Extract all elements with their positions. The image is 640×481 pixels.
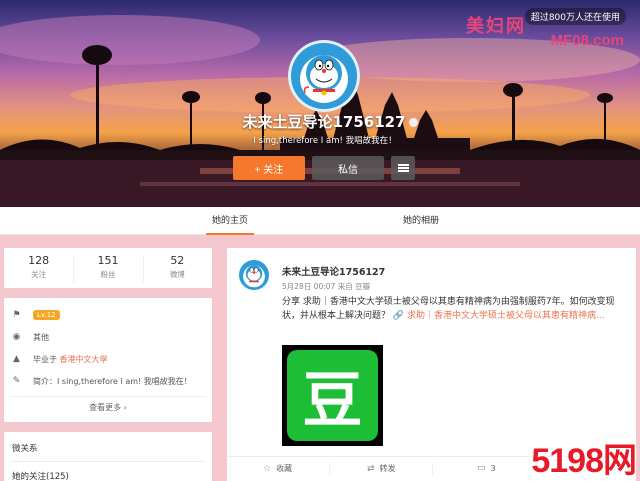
tab-album[interactable]: 她的相册 bbox=[397, 207, 445, 235]
collect-label: 收藏 bbox=[276, 464, 293, 473]
level-badge[interactable]: Lv.12 bbox=[33, 310, 60, 320]
info-school-row: ▲ 毕业于 香港中文大學 bbox=[12, 354, 108, 365]
following-link[interactable]: 她的关注(125) bbox=[12, 470, 69, 481]
comment-icon: ▭ bbox=[477, 463, 486, 473]
watermark-bottom-logo: 5198网 bbox=[531, 442, 637, 480]
profile-name-text: 未来土豆导论1756127 bbox=[242, 113, 406, 131]
profile-avatar[interactable] bbox=[288, 40, 360, 112]
follow-button[interactable]: + 关注 bbox=[233, 156, 305, 180]
post-text: 分享 求助｜香港中文大学硕士被父母以其患有精神病为由强制服药7年。如何改变现状，… bbox=[282, 295, 627, 323]
relations-divider bbox=[10, 461, 206, 462]
info-level-row: ⚑ Lv.12 bbox=[12, 310, 60, 320]
action-separator bbox=[432, 463, 433, 475]
intro-text: I sing,therefore I am! 我唱故我在！ bbox=[57, 377, 192, 386]
tab-home[interactable]: 她的主页 bbox=[206, 207, 254, 235]
stats-card: 128 关注 151 粉丝 52 微博 bbox=[4, 248, 212, 288]
stat-posts-value: 52 bbox=[170, 254, 185, 267]
watermark-top: 美妇网 超过800万人还在使用 MF08.com bbox=[466, 2, 626, 52]
relations-card: 微关系 她的关注(125) bbox=[4, 432, 212, 481]
more-menu-button[interactable] bbox=[391, 156, 415, 180]
post-avatar[interactable] bbox=[239, 260, 269, 290]
info-card: ⚑ Lv.12 ◉ 其他 ▲ 毕业于 香港中文大學 ✎ 简介： I sing,t… bbox=[4, 298, 212, 422]
stat-following-value: 128 bbox=[28, 254, 50, 267]
post-author[interactable]: 未来土豆导论1756127 bbox=[282, 264, 385, 278]
stat-following-label: 关注 bbox=[31, 270, 47, 279]
stat-posts[interactable]: 52 微博 bbox=[142, 248, 212, 288]
post-link-icon: 🔗 bbox=[392, 311, 405, 321]
profile-banner: 美妇网 超过800万人还在使用 MF08.com 未来土豆导论1756127 I… bbox=[0, 0, 640, 207]
location-text: 其他 bbox=[33, 333, 49, 342]
watermark-site: MF08.com bbox=[550, 32, 624, 49]
doraemon-avatar-small-icon bbox=[243, 265, 265, 288]
location-icon: ◉ bbox=[12, 332, 21, 342]
message-button[interactable]: 私信 bbox=[312, 156, 384, 180]
doraemon-avatar-icon bbox=[300, 55, 348, 103]
post-link[interactable]: 求助｜香港中文大学硕士被父母以其患有精神病... bbox=[407, 311, 605, 321]
school-prefix: 毕业于 bbox=[33, 355, 57, 364]
post-meta: 5月28日 00:07 来自 豆瓣 bbox=[282, 282, 371, 291]
profile-tabs: 她的主页 她的相册 bbox=[0, 207, 640, 235]
stat-followers[interactable]: 151 粉丝 bbox=[73, 248, 142, 288]
watermark-logo-text: 美妇网 bbox=[466, 16, 526, 37]
info-divider bbox=[10, 396, 206, 397]
gender-icon bbox=[408, 118, 418, 127]
info-location-row: ◉ 其他 bbox=[12, 332, 49, 343]
profile-name: 未来土豆导论1756127 bbox=[230, 111, 430, 132]
repost-button[interactable]: ⇄ 转发 bbox=[367, 463, 396, 474]
info-intro-row: ✎ 简介： I sing,therefore I am! 我唱故我在！ bbox=[12, 376, 192, 387]
menu-icon bbox=[397, 164, 409, 172]
relations-title: 微关系 bbox=[12, 444, 38, 454]
comment-button[interactable]: ▭ 3 bbox=[477, 463, 496, 473]
intro-prefix: 简介： bbox=[33, 377, 57, 386]
graduation-cap-icon: ▲ bbox=[13, 354, 20, 364]
stat-followers-value: 151 bbox=[97, 254, 119, 267]
douban-logo-icon: 豆 bbox=[287, 350, 378, 441]
stat-posts-label: 微博 bbox=[169, 270, 185, 279]
star-icon: ☆ bbox=[263, 463, 272, 474]
flag-icon: ⚑ bbox=[12, 309, 21, 320]
comment-count: 3 bbox=[490, 463, 496, 473]
repost-icon: ⇄ bbox=[367, 463, 375, 474]
school-link[interactable]: 香港中文大學 bbox=[60, 354, 108, 365]
profile-bio: I sing,therefore I am! 我唱故我在！ bbox=[253, 136, 397, 146]
collect-button[interactable]: ☆ 收藏 bbox=[263, 463, 292, 474]
repost-label: 转发 bbox=[379, 464, 396, 473]
stat-followers-label: 粉丝 bbox=[100, 270, 116, 279]
edit-icon: ✎ bbox=[12, 376, 21, 386]
action-separator bbox=[329, 463, 330, 475]
douban-thumbnail[interactable]: 豆 bbox=[282, 345, 383, 446]
watermark-pill: 超过800万人还在使用 bbox=[524, 8, 626, 25]
view-more-link[interactable]: 查看更多 › bbox=[4, 402, 212, 413]
stat-following[interactable]: 128 关注 bbox=[4, 248, 73, 288]
